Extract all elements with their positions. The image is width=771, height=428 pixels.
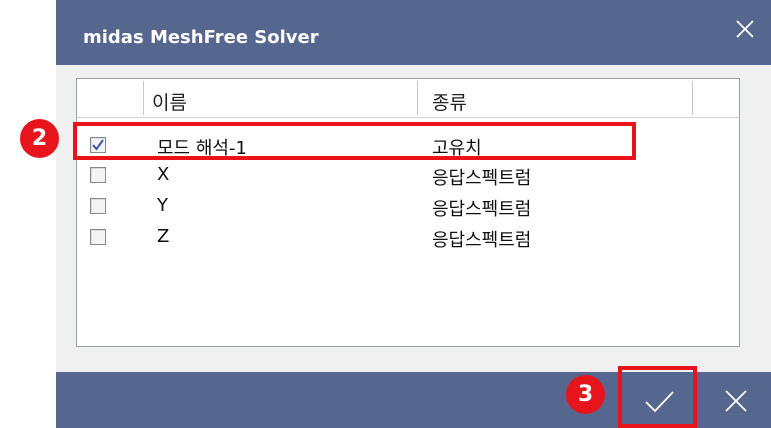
row-type: 응답스펙트럼 (432, 230, 532, 251)
header-divider[interactable] (692, 81, 693, 115)
row-checkbox[interactable] (90, 167, 106, 183)
highlight-box-step-2 (73, 122, 636, 160)
column-header-type[interactable]: 종류 (432, 88, 467, 115)
solver-dialog: midas MeshFree Solver 이름 종류 모드 해석-1 고유치 … (56, 0, 771, 428)
row-name: Z (157, 226, 170, 247)
cancel-button[interactable] (711, 372, 761, 428)
header-divider[interactable] (417, 81, 418, 115)
title-bar: midas MeshFree Solver (56, 0, 771, 65)
row-checkbox[interactable] (90, 198, 106, 214)
row-type: 응답스펙트럼 (432, 168, 532, 189)
column-header-name[interactable]: 이름 (152, 88, 187, 115)
row-name: Y (157, 195, 168, 216)
row-name: X (157, 164, 170, 185)
close-icon (725, 390, 747, 412)
step-badge-2: 2 (20, 119, 59, 158)
header-divider[interactable] (143, 81, 144, 115)
list-header: 이름 종류 (77, 79, 739, 118)
list-item-x[interactable]: X 응답스펙트럼 (77, 161, 739, 189)
step-badge-3: 3 (566, 375, 605, 414)
window-title: midas MeshFree Solver (83, 27, 319, 48)
list-item-y[interactable]: Y 응답스펙트럼 (77, 192, 739, 220)
load-case-list: 이름 종류 모드 해석-1 고유치 X 응답스펙트럼 Y 응답스펙트럼 Z 응답… (76, 78, 740, 347)
close-icon[interactable] (734, 18, 756, 40)
list-item-z[interactable]: Z 응답스펙트럼 (77, 223, 739, 251)
highlight-box-step-3 (618, 366, 697, 428)
row-type: 응답스펙트럼 (432, 199, 532, 220)
row-checkbox[interactable] (90, 229, 106, 245)
